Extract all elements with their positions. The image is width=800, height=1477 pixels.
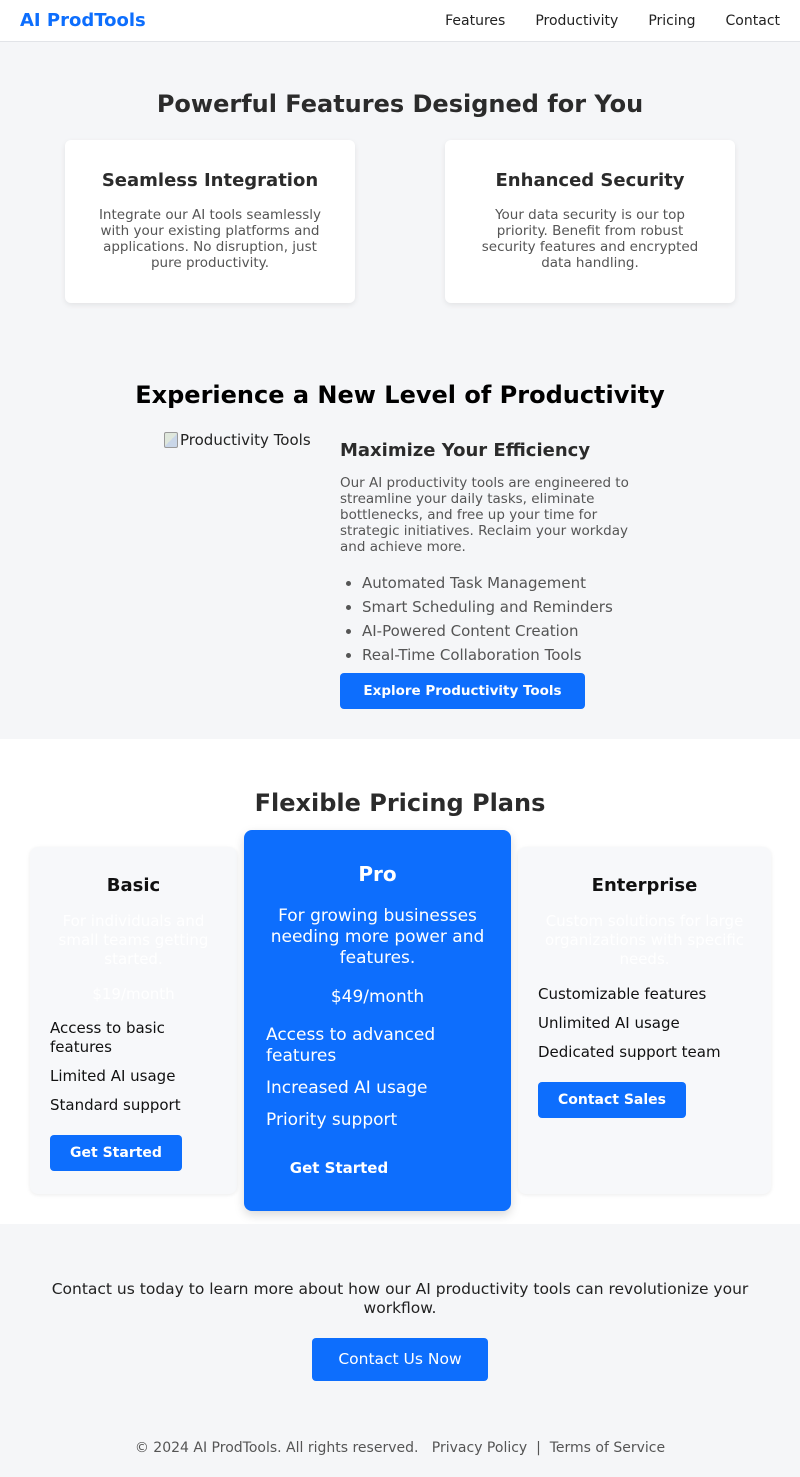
productivity-title: Experience a New Level of Productivity bbox=[135, 381, 665, 409]
pricing-section: Flexible Pricing Plans Basic For individ… bbox=[0, 739, 800, 1224]
plan-price: $49/month bbox=[330, 987, 425, 1007]
privacy-policy-link[interactable]: Privacy Policy bbox=[432, 1440, 527, 1456]
feature-card-security: Enhanced Security Your data security is … bbox=[445, 140, 735, 303]
plan-price: $19/month bbox=[92, 985, 175, 1003]
productivity-heading: Maximize Your Efficiency bbox=[340, 440, 591, 461]
explore-productivity-button[interactable]: Explore Productivity Tools bbox=[340, 673, 585, 709]
plan-features: Customizable features Unlimited AI usage… bbox=[538, 985, 751, 1062]
plan-feature: Unlimited AI usage bbox=[538, 1014, 680, 1032]
plan-feature: Access to advanced features bbox=[266, 1025, 436, 1066]
productivity-content: Maximize Your Efficiency Our AI producti… bbox=[340, 440, 640, 667]
nav-pricing[interactable]: Pricing bbox=[648, 13, 695, 29]
terms-of-service-link[interactable]: Terms of Service bbox=[550, 1440, 665, 1456]
productivity-list: Automated Task Management Smart Scheduli… bbox=[340, 571, 640, 667]
plan-feature: Priority support bbox=[266, 1110, 398, 1130]
site-header: AI ProdTools Features Productivity Prici… bbox=[0, 0, 800, 42]
plan-feature: Limited AI usage bbox=[50, 1067, 176, 1085]
list-item: Automated Task Management bbox=[362, 571, 640, 595]
plan-card-pro: Pro For growing businesses needing more … bbox=[244, 830, 511, 1211]
plan-card-enterprise: Enterprise Custom solutions for large or… bbox=[518, 847, 771, 1194]
plan-feature: Increased AI usage bbox=[266, 1078, 428, 1098]
pro-get-started-button[interactable]: Get Started bbox=[266, 1150, 412, 1186]
footer-separator: | bbox=[536, 1440, 541, 1456]
copyright: © 2024 AI ProdTools. All rights reserved… bbox=[134, 1440, 419, 1456]
logo[interactable]: AI ProdTools bbox=[20, 10, 146, 31]
nav-features[interactable]: Features bbox=[445, 13, 505, 29]
nav-contact[interactable]: Contact bbox=[726, 13, 780, 29]
main-nav: Features Productivity Pricing Contact bbox=[445, 13, 780, 29]
productivity-text: Our AI productivity tools are engineered… bbox=[340, 475, 629, 555]
pricing-title: Flexible Pricing Plans bbox=[254, 789, 546, 817]
features-title: Powerful Features Designed for You bbox=[156, 90, 644, 118]
feature-card-title: Seamless Integration bbox=[101, 170, 319, 191]
plan-description: Custom solutions for large organizations… bbox=[544, 912, 745, 968]
plan-feature: Customizable features bbox=[538, 985, 707, 1003]
productivity-image: Productivity Tools bbox=[164, 431, 311, 449]
contact-us-button[interactable]: Contact Us Now bbox=[312, 1338, 488, 1381]
plan-feature: Standard support bbox=[50, 1096, 181, 1114]
list-item: Smart Scheduling and Reminders bbox=[362, 595, 640, 619]
plan-name: Basic bbox=[106, 875, 161, 896]
site-footer: © 2024 AI ProdTools. All rights reserved… bbox=[0, 1440, 800, 1456]
plan-name: Pro bbox=[358, 862, 397, 886]
plan-features: Access to advanced features Increased AI… bbox=[266, 1025, 489, 1131]
feature-card-text: Your data security is our top priority. … bbox=[481, 207, 699, 271]
nav-productivity[interactable]: Productivity bbox=[535, 13, 618, 29]
plan-feature: Access to basic features bbox=[50, 1019, 165, 1056]
plan-name: Enterprise bbox=[591, 875, 698, 896]
plan-card-basic: Basic For individuals and small teams ge… bbox=[30, 847, 237, 1194]
plan-feature: Dedicated support team bbox=[538, 1043, 721, 1061]
feature-card-text: Integrate our AI tools seamlessly with y… bbox=[98, 207, 322, 271]
contact-sales-button[interactable]: Contact Sales bbox=[538, 1082, 686, 1118]
feature-card-title: Enhanced Security bbox=[495, 170, 685, 191]
list-item: AI-Powered Content Creation bbox=[362, 619, 640, 643]
feature-card-integration: Seamless Integration Integrate our AI to… bbox=[65, 140, 355, 303]
plan-description: For growing businesses needing more powe… bbox=[270, 906, 485, 968]
plan-features: Access to basic features Limited AI usag… bbox=[50, 1019, 217, 1115]
contact-text: Contact us today to learn more about how… bbox=[51, 1280, 749, 1317]
list-item: Real-Time Collaboration Tools bbox=[362, 643, 640, 667]
broken-image-icon bbox=[164, 432, 178, 448]
basic-get-started-button[interactable]: Get Started bbox=[50, 1135, 182, 1171]
productivity-image-alt: Productivity Tools bbox=[180, 431, 311, 449]
plan-description: For individuals and small teams getting … bbox=[58, 912, 209, 968]
